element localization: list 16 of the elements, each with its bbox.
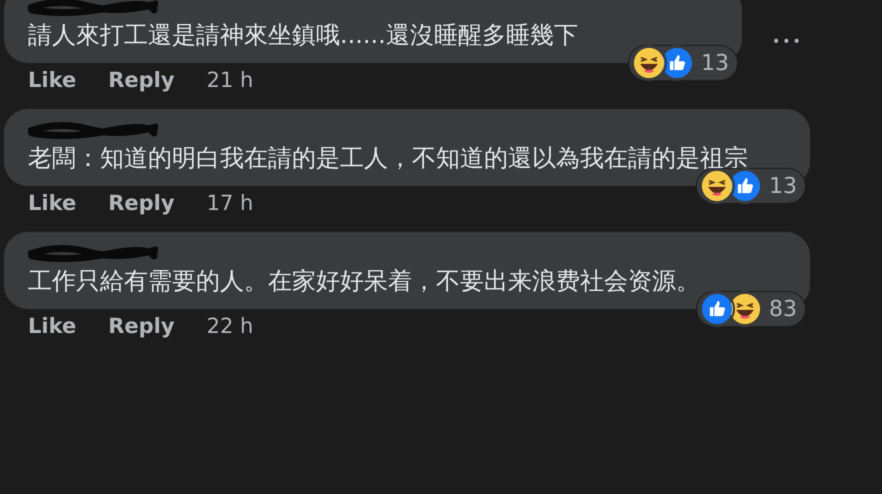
- comment-text: 工作只給有需要的人。在家好好呆着，不要出来浪费社会资源。: [28, 266, 701, 297]
- comment-text: 老闆：知道的明白我在請的是工人，不知道的還以為我在請的是祖宗: [28, 143, 749, 174]
- comment-text: 請人來打工還是請神來坐鎮哦......還沒睡醒多睡幾下: [28, 20, 579, 51]
- comment-time: 22 h: [206, 313, 254, 340]
- reaction-count: 13: [769, 172, 797, 200]
- reply-link[interactable]: Reply: [108, 65, 175, 97]
- comment-time: 21 h: [206, 67, 254, 94]
- more-options-button[interactable]: •••: [772, 32, 803, 53]
- comment-time: 17 h: [206, 190, 254, 218]
- like-link[interactable]: Like: [28, 188, 76, 220]
- reaction-count: 83: [769, 296, 797, 324]
- reply-link[interactable]: Reply: [108, 311, 175, 343]
- reaction-count: 13: [701, 50, 729, 78]
- like-link[interactable]: Like: [28, 65, 76, 97]
- like-link[interactable]: Like: [28, 311, 76, 343]
- reply-link[interactable]: Reply: [108, 188, 175, 220]
